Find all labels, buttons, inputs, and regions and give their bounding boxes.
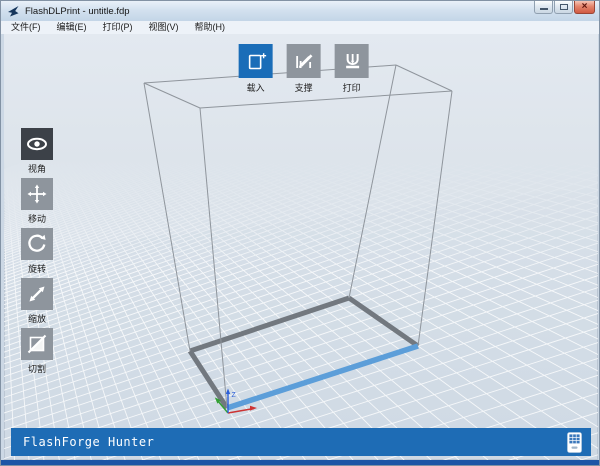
app-window: FlashDLPrint - untitle.fdp × 文件(F) 编辑(E)… xyxy=(0,0,600,466)
toolbar-label-support: 支撑 xyxy=(294,83,313,93)
sidebar-label-view: 视角 xyxy=(27,164,46,174)
sidebar-label-scale: 缩放 xyxy=(27,314,46,324)
sidebar-button-cut[interactable]: 切割 xyxy=(17,328,57,375)
app-logo-icon[interactable] xyxy=(7,5,20,18)
sidebar-button-view[interactable]: 视角 xyxy=(17,128,57,175)
axis-z-label: Z xyxy=(232,392,237,399)
close-icon: × xyxy=(581,1,588,12)
eye-view-icon xyxy=(27,137,47,151)
sidebar-label-rotate: 旋转 xyxy=(27,264,46,274)
sidebar-button-scale[interactable]: 缩放 xyxy=(17,278,57,325)
toolbar-label-print: 打印 xyxy=(342,83,361,93)
title-bar[interactable]: FlashDLPrint - untitle.fdp × xyxy=(1,1,599,21)
status-bar: FlashForge Hunter xyxy=(11,428,591,456)
menu-view[interactable]: 视图(V) xyxy=(141,21,187,34)
window-bottom-edge xyxy=(1,460,599,465)
window-title: FlashDLPrint - untitle.fdp xyxy=(25,5,130,17)
viewport: Z 载入 支撑 打印 视角 移动 旋转 缩放 切割 FlashForge Hun… xyxy=(4,34,598,460)
support-edit-icon xyxy=(296,54,313,68)
cut-slice-icon xyxy=(27,334,47,354)
toolbar-button-support[interactable]: 支撑 xyxy=(286,44,322,94)
minimize-icon xyxy=(539,8,548,10)
printer-icon[interactable] xyxy=(567,431,582,453)
scale-arrow-icon xyxy=(29,286,45,302)
menu-edit[interactable]: 编辑(E) xyxy=(49,21,95,34)
print-icon xyxy=(346,54,360,69)
tool-sidebar: 视角 移动 旋转 缩放 切割 xyxy=(17,128,57,375)
load-model-icon xyxy=(248,53,267,70)
maximize-button[interactable] xyxy=(554,1,573,14)
sidebar-button-rotate[interactable]: 旋转 xyxy=(17,228,57,275)
menu-help[interactable]: 帮助(H) xyxy=(187,21,234,34)
toolbar-button-load[interactable]: 载入 xyxy=(238,44,274,94)
printer-name: FlashForge Hunter xyxy=(23,435,155,449)
toolbar-label-load: 载入 xyxy=(246,83,265,93)
menu-print[interactable]: 打印(P) xyxy=(95,21,141,34)
sidebar-button-move[interactable]: 移动 xyxy=(17,178,57,225)
viewport-3d-canvas[interactable]: Z xyxy=(4,34,598,460)
close-button[interactable]: × xyxy=(574,1,595,14)
sidebar-label-cut: 切割 xyxy=(27,364,46,374)
main-toolbar: 载入 支撑 打印 xyxy=(238,44,370,94)
move-arrows-icon xyxy=(27,184,47,204)
maximize-icon xyxy=(559,4,568,10)
sidebar-label-move: 移动 xyxy=(27,214,46,224)
toolbar-button-print[interactable]: 打印 xyxy=(334,44,370,94)
menu-bar: 文件(F) 编辑(E) 打印(P) 视图(V) 帮助(H) xyxy=(1,21,599,34)
rotate-arrow-icon xyxy=(28,234,46,252)
minimize-button[interactable] xyxy=(534,1,553,14)
menu-file[interactable]: 文件(F) xyxy=(3,21,49,34)
